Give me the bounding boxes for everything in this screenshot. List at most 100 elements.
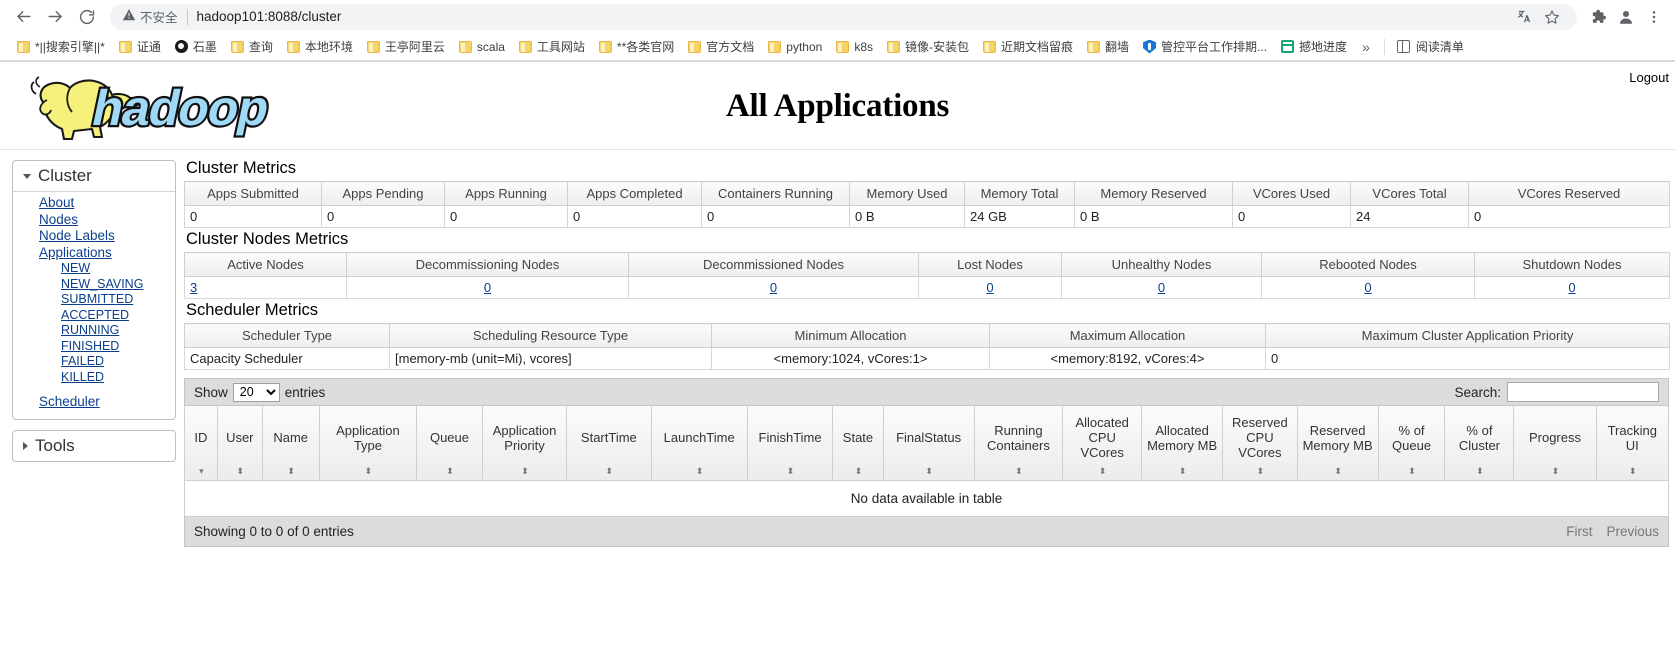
folder-icon bbox=[286, 40, 300, 53]
col-finalstatus[interactable]: FinalStatus ⬍ bbox=[882, 406, 975, 481]
sidebar-item-submitted[interactable]: SUBMITTED bbox=[13, 292, 175, 308]
bookmark-label: 本地环境 bbox=[304, 40, 353, 54]
bookmark-item[interactable]: 近期文档留痕 bbox=[976, 36, 1080, 57]
sidebar-item-running[interactable]: RUNNING bbox=[13, 323, 175, 339]
col-application-priority[interactable]: Application Priority ⬍ bbox=[481, 406, 568, 481]
datatable-toolbar: Show 20406080100 entries Search: bbox=[184, 378, 1669, 406]
bookmark-item[interactable]: 工具网站 bbox=[512, 36, 592, 57]
cell-scheduler-type: Capacity Scheduler bbox=[184, 347, 390, 370]
col-apps-completed: Apps Completed bbox=[567, 181, 702, 206]
col-state[interactable]: State ⬍ bbox=[832, 406, 884, 481]
bookmark-item[interactable]: 镜像-安装包 bbox=[880, 36, 976, 57]
datatable-footer: Showing 0 to 0 of 0 entries First Previo… bbox=[184, 516, 1669, 547]
sidebar-item-nodes[interactable]: Nodes bbox=[13, 212, 175, 229]
sidebar-cluster-title: Cluster bbox=[38, 166, 92, 185]
sidebar-item-new-saving[interactable]: NEW_SAVING bbox=[13, 277, 175, 293]
bookmark-item[interactable]: 翻墙 bbox=[1080, 36, 1136, 57]
col-allocated-memory-mb[interactable]: Allocated Memory MB ⬍ bbox=[1141, 406, 1224, 481]
sidebar-item-new[interactable]: NEW bbox=[13, 261, 175, 277]
sidebar: Cluster About Nodes Node Labels Applicat… bbox=[12, 160, 176, 472]
pagination-first[interactable]: First bbox=[1566, 524, 1592, 539]
bookmarks-overflow-button[interactable]: » bbox=[1354, 37, 1378, 57]
col-progress[interactable]: Progress ⬍ bbox=[1513, 406, 1597, 481]
reading-list-button[interactable]: 阅读清单 bbox=[1391, 36, 1470, 57]
sidebar-item-accepted[interactable]: ACCEPTED bbox=[13, 308, 175, 324]
security-status[interactable]: 不安全 bbox=[122, 7, 178, 26]
bookmark-item[interactable]: python bbox=[761, 38, 829, 56]
col-vcores-total: VCores Total bbox=[1350, 181, 1469, 206]
kebab-menu-icon[interactable] bbox=[1641, 4, 1667, 30]
col-pct-of-cluster[interactable]: % of Cluster ⬍ bbox=[1444, 406, 1515, 481]
col-vcores-used: VCores Used bbox=[1232, 181, 1351, 206]
col-reserved-memory-mb[interactable]: Reserved Memory MB ⬍ bbox=[1296, 406, 1379, 481]
bookmark-item[interactable]: 查询 bbox=[224, 36, 280, 57]
reload-button[interactable] bbox=[72, 3, 102, 31]
col-queue[interactable]: Queue ⬍ bbox=[416, 406, 483, 481]
col-tracking-ui[interactable]: Tracking UI ⬍ bbox=[1595, 406, 1670, 481]
address-bar[interactable]: 不安全 hadoop101:8088/cluster bbox=[110, 3, 1577, 30]
hadoop-logo[interactable]: hadoop bbox=[14, 67, 292, 145]
col-running-containers[interactable]: Running Containers ⬍ bbox=[973, 406, 1064, 481]
col-pct-of-queue[interactable]: % of Queue ⬍ bbox=[1377, 406, 1446, 481]
bookmark-label: **各类官网 bbox=[616, 40, 675, 54]
bookmark-item[interactable]: k8s bbox=[829, 38, 880, 56]
reading-list-label: 阅读清单 bbox=[1415, 40, 1464, 54]
sidebar-item-killed[interactable]: KILLED bbox=[13, 370, 175, 386]
folder-icon bbox=[598, 40, 612, 53]
bookmark-item[interactable]: scala bbox=[452, 38, 512, 56]
col-lost-nodes: Lost Nodes bbox=[918, 252, 1062, 277]
col-reserved-cpu-vcores[interactable]: Reserved CPU VCores ⬍ bbox=[1222, 406, 1298, 481]
active-nodes-link[interactable]: 3 bbox=[190, 280, 197, 295]
rebooted-nodes-link[interactable]: 0 bbox=[1364, 280, 1371, 295]
sidebar-item-scheduler[interactable]: Scheduler bbox=[13, 394, 175, 411]
decommissioning-nodes-link[interactable]: 0 bbox=[484, 280, 491, 295]
forward-button[interactable] bbox=[40, 3, 70, 31]
sidebar-item-finished[interactable]: FINISHED bbox=[13, 339, 175, 355]
bookmark-item[interactable]: 王亭阿里云 bbox=[360, 36, 452, 57]
col-launchtime[interactable]: LaunchTime ⬍ bbox=[650, 406, 748, 481]
col-allocated-cpu-vcores[interactable]: Allocated CPU VCores ⬍ bbox=[1062, 406, 1143, 481]
col-starttime[interactable]: StartTime ⬍ bbox=[566, 406, 652, 481]
search-input[interactable] bbox=[1507, 382, 1659, 402]
table-row: 0 0 0 0 0 0 B 24 GB 0 B 0 24 0 bbox=[184, 205, 1670, 228]
bookmark-item[interactable]: *||搜索引擎||* bbox=[10, 36, 112, 57]
sort-both-icon: ⬍ bbox=[1628, 465, 1636, 476]
sidebar-item-node-labels[interactable]: Node Labels bbox=[13, 228, 175, 245]
shutdown-nodes-link[interactable]: 0 bbox=[1568, 280, 1575, 295]
bookmark-item[interactable]: 管控平台工作排期... bbox=[1136, 36, 1274, 57]
col-user[interactable]: User ⬍ bbox=[216, 406, 263, 481]
lost-nodes-link[interactable]: 0 bbox=[986, 280, 993, 295]
sidebar-cluster-header[interactable]: Cluster bbox=[13, 161, 175, 192]
sidebar-item-about[interactable]: About bbox=[13, 195, 175, 212]
logout-link[interactable]: Logout bbox=[1629, 70, 1669, 85]
bookmark-item[interactable]: 官方文档 bbox=[681, 36, 761, 57]
pagination-previous[interactable]: Previous bbox=[1606, 524, 1659, 539]
sidebar-item-failed[interactable]: FAILED bbox=[13, 354, 175, 370]
col-finishtime[interactable]: FinishTime ⬍ bbox=[746, 406, 834, 481]
col-name[interactable]: Name ⬍ bbox=[261, 406, 320, 481]
col-application-type[interactable]: Application Type ⬍ bbox=[318, 406, 418, 481]
sidebar-tools-header[interactable]: Tools bbox=[13, 430, 175, 461]
entries-length-select[interactable]: 20406080100 bbox=[232, 382, 280, 402]
sidebar-item-applications[interactable]: Applications bbox=[13, 245, 175, 262]
bookmark-item[interactable]: 石墨 bbox=[168, 36, 224, 57]
col-shutdown-nodes: Shutdown Nodes bbox=[1474, 252, 1670, 277]
translate-icon[interactable] bbox=[1511, 4, 1537, 30]
extensions-icon[interactable] bbox=[1585, 4, 1611, 30]
bookmark-item[interactable]: 本地环境 bbox=[280, 36, 360, 57]
bookmark-item[interactable]: 证通 bbox=[112, 36, 168, 57]
profile-avatar-icon[interactable] bbox=[1613, 4, 1639, 30]
table-header-row: Apps Submitted Apps Pending Apps Running… bbox=[184, 181, 1670, 206]
security-label: 不安全 bbox=[140, 11, 178, 25]
col-id[interactable]: ID ▾ bbox=[184, 406, 218, 481]
decommissioned-nodes-link[interactable]: 0 bbox=[770, 280, 777, 295]
bookmark-item[interactable]: 撼地进度 bbox=[1274, 36, 1354, 57]
unhealthy-nodes-link[interactable]: 0 bbox=[1158, 280, 1165, 295]
grid-green-icon bbox=[1281, 40, 1295, 53]
cell-memory-reserved: 0 B bbox=[1074, 205, 1233, 228]
back-button[interactable] bbox=[8, 3, 38, 31]
bookmark-item[interactable]: **各类官网 bbox=[592, 36, 681, 57]
star-icon[interactable] bbox=[1539, 4, 1565, 30]
bookmark-label: 证通 bbox=[136, 40, 161, 54]
col-label: Reserved CPU VCores bbox=[1232, 415, 1288, 461]
